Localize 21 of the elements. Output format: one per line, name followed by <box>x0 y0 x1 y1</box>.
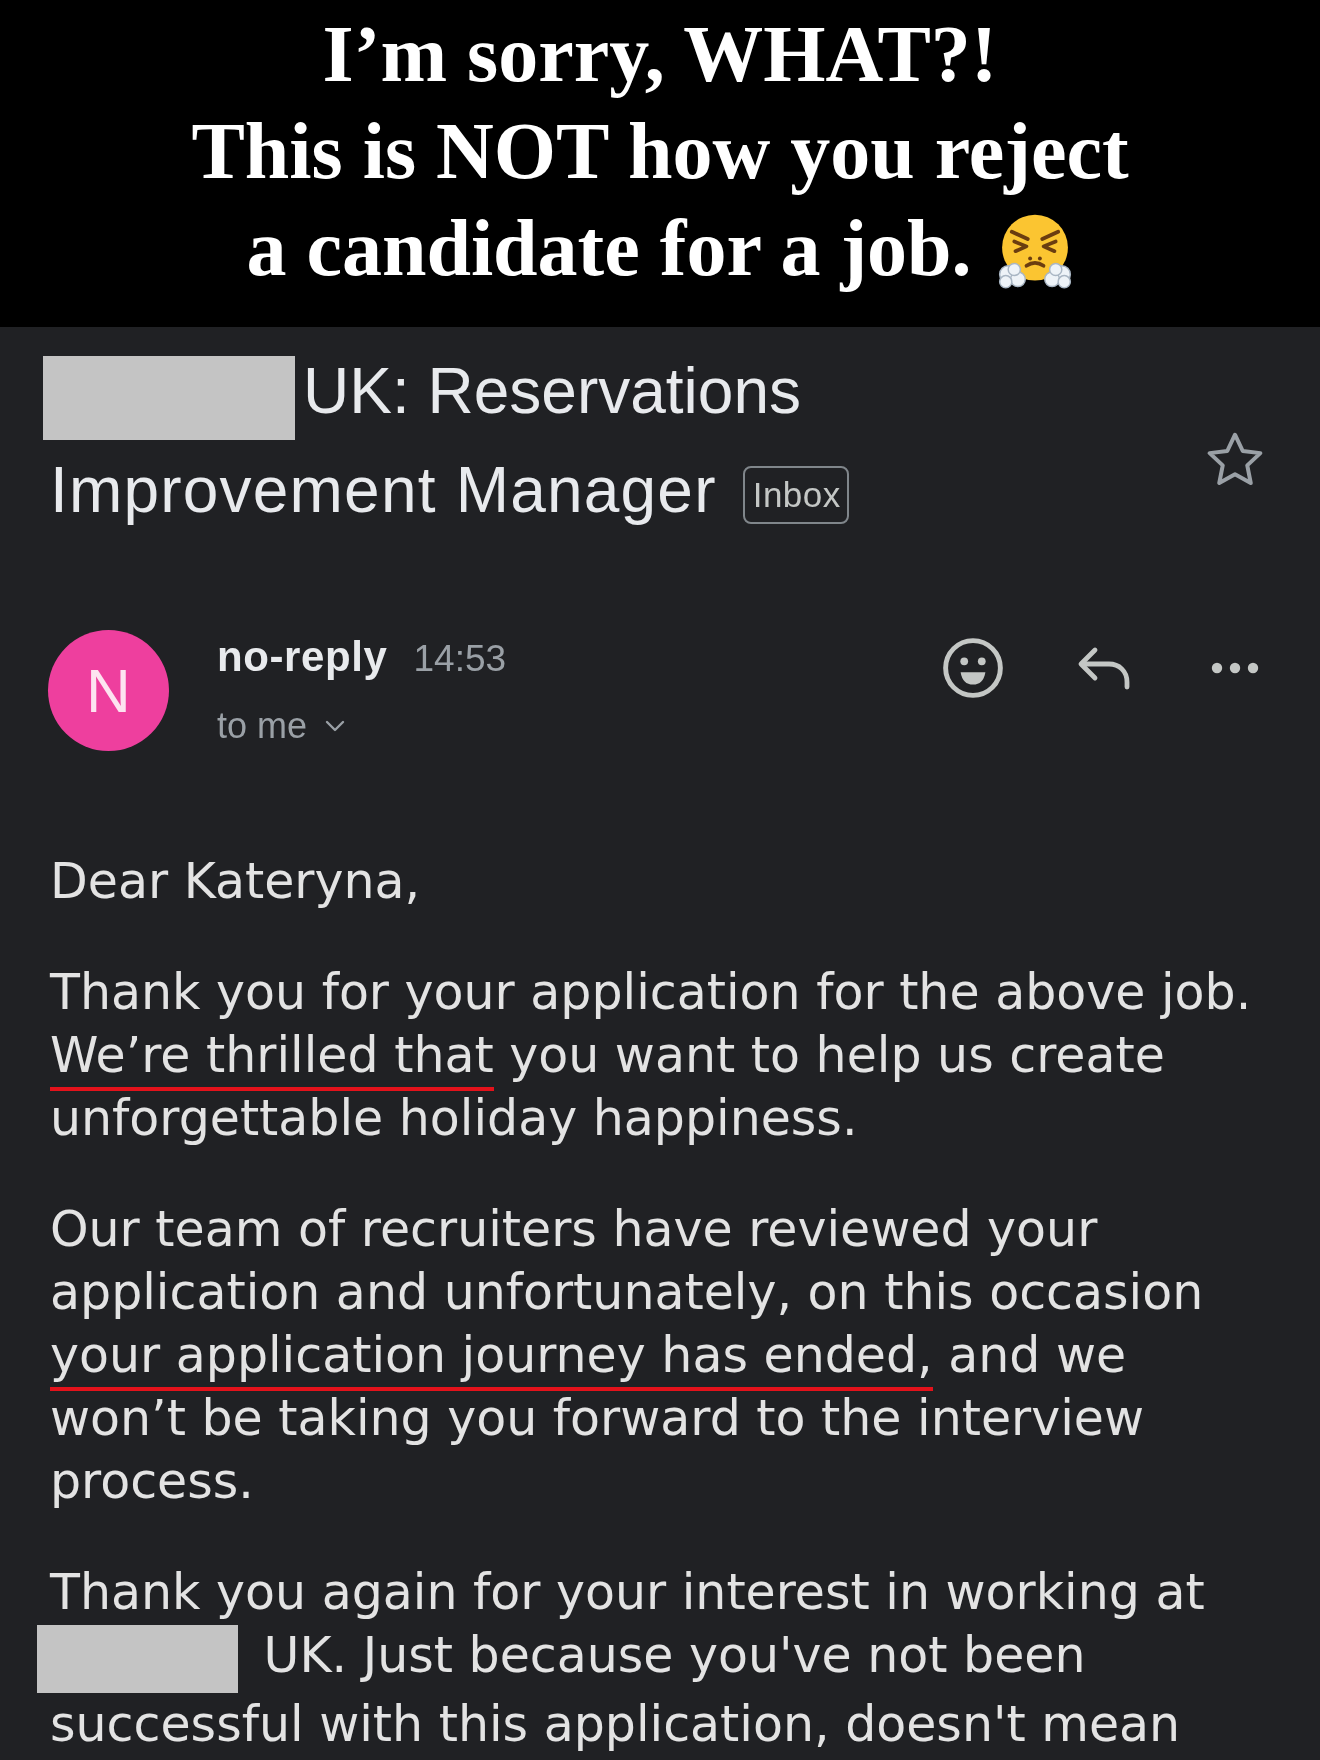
reply-icon[interactable] <box>1077 646 1131 690</box>
sender-name: no-reply <box>217 633 388 681</box>
sent-time: 14:53 <box>413 637 507 681</box>
chevron-down-icon <box>325 720 346 732</box>
recipient-details-button[interactable]: to me <box>217 704 346 748</box>
smiley-icon[interactable] <box>942 637 1004 699</box>
sender-avatar: N <box>48 630 169 751</box>
subject-title: UK: Reservations <box>303 355 801 427</box>
paragraph-text: Thank you again for your interest in working at <box>50 1564 1205 1621</box>
caption-text: a candidate for a job. <box>246 204 972 292</box>
inbox-label: Inbox <box>742 466 849 525</box>
paragraph-text: Dear Kateryna, <box>50 852 422 912</box>
subject-title: Improvement Manager <box>50 454 717 526</box>
more-icon[interactable] <box>1211 662 1259 674</box>
paragraph-text: UK. Just because you've not been <box>263 1627 1086 1684</box>
caption-text: This is NOT how you reject <box>191 107 1129 195</box>
star-icon[interactable] <box>1207 432 1263 486</box>
paragraph-text: Our team of recruiters have reviewed your application and unfortunately, on this occasion your application journey has ended, and we won’t be taking you forward to the interview process. <box>50 1200 1205 1512</box>
paragraph-text: Thank you for your application for the above job. We’re thrilled that you want to help us create unforgettable holiday happiness. <box>50 963 1253 1149</box>
paragraph-text: successful with this application, doesn't mean <box>50 1695 1181 1753</box>
caption-text: I’m sorry, WHAT?! <box>322 10 998 98</box>
